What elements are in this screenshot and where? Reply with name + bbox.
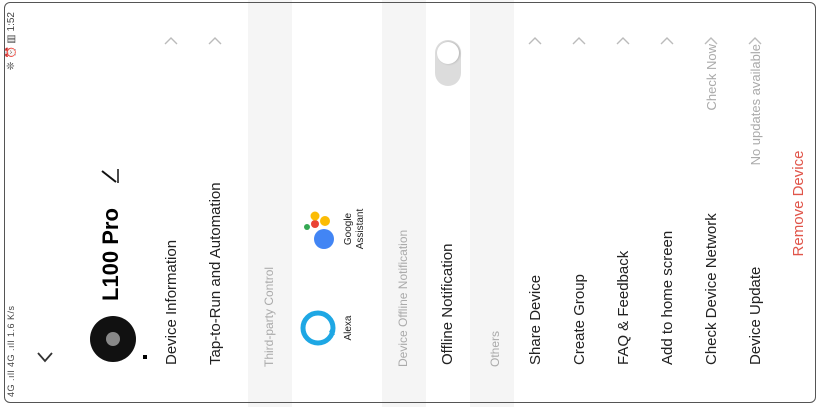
chevron-right-icon [207,34,223,48]
avatar-center [106,332,120,346]
device-avatar [90,316,136,362]
menu-row-faq[interactable]: FAQ & Feedback [602,0,646,407]
section-third-party: Third-party Control [248,0,292,407]
menu-row-device-update[interactable]: Device Update No updates available [734,0,778,407]
google-label-2: Assistant [355,208,366,250]
tap-to-run-label: Tap-to-Run and Automation [207,182,224,365]
third-party-card: Alexa Google Assistant [292,0,382,407]
menu-row-add-home[interactable]: Add to home screen [646,0,690,407]
create-group-label: Create Group [571,274,588,365]
device-update-label: Device Update [747,266,764,365]
remove-device-area: Remove Device [790,0,820,407]
chevron-right-icon [703,34,719,48]
signal-status: 4G .ıll 4G .ıll 1.6 K/s [6,305,16,397]
menu-row-check-network[interactable]: Check Device Network Check Now [690,0,734,407]
nav-bar [30,0,60,407]
toggle-knob [437,42,459,64]
alexa-item[interactable]: Alexa [298,293,355,363]
menu-row-create-group[interactable]: Create Group [558,0,602,407]
avatar-marker [143,355,147,359]
google-assistant-icon [304,211,334,249]
add-home-label: Add to home screen [659,230,676,365]
offline-notification-toggle[interactable] [435,40,461,86]
check-network-value: Check Now [704,44,719,111]
device-header: L100 Pro [78,0,147,407]
offline-section-title: Device Offline Notification [396,229,410,367]
remove-device-button[interactable]: Remove Device [790,151,807,257]
chevron-right-icon [747,34,763,48]
back-chevron-icon[interactable] [34,345,56,367]
alexa-icon [300,310,336,346]
clock-status: ❊ ⏰ ▥ 1:52 [6,12,17,71]
google-assistant-item[interactable]: Google Assistant [298,189,367,269]
section-others: Others [470,0,514,407]
menu-row-device-information[interactable]: Device Information [150,0,194,407]
alexa-label: Alexa [343,315,354,341]
device-update-value: No updates available [748,44,763,166]
google-label-1: Google [343,212,354,246]
phone-screen: 4G .ıll 4G .ıll 1.6 K/s ❊ ⏰ ▥ 1:52 L100 … [0,0,820,407]
edit-icon[interactable] [98,167,120,185]
check-network-label: Check Device Network [703,213,720,365]
section-offline: Device Offline Notification [382,0,426,407]
chevron-right-icon [163,34,179,48]
chevron-right-icon [571,34,587,48]
third-party-title: Third-party Control [262,266,276,367]
share-device-label: Share Device [527,274,544,365]
menu-row-offline-notification: Offline Notification [426,0,470,407]
screen-frame: 4G .ıll 4G .ıll 1.6 K/s ❊ ⏰ ▥ 1:52 L100 … [0,0,820,407]
menu-row-tap-to-run[interactable]: Tap-to-Run and Automation [194,0,238,407]
device-name: L100 Pro [98,208,123,301]
menu-row-share-device[interactable]: Share Device [514,0,558,407]
others-section-title: Others [488,330,502,367]
chevron-right-icon [527,34,543,48]
status-bar: 4G .ıll 4G .ıll 1.6 K/s ❊ ⏰ ▥ 1:52 [4,0,22,407]
offline-notification-label: Offline Notification [439,243,456,365]
chevron-right-icon [659,34,675,48]
chevron-right-icon [615,34,631,48]
faq-label: FAQ & Feedback [615,250,632,365]
device-information-label: Device Information [163,239,180,365]
